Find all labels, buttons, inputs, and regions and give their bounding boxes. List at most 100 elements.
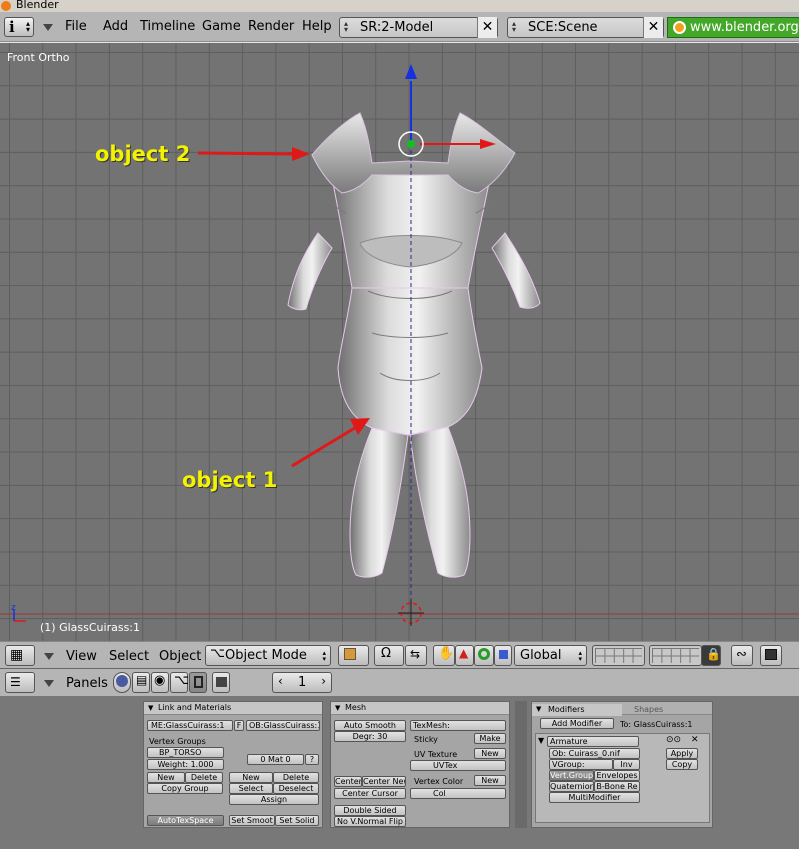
scene-selector[interactable]: ▴ ▾ SCE:Scene ✕: [507, 17, 664, 38]
weight-field[interactable]: Weight: 1.000: [147, 759, 224, 770]
object-name-field[interactable]: OB:GlassCuirass:1: [246, 720, 320, 731]
screen-selector[interactable]: ▴ ▾ SR:2-Model ✕: [339, 17, 498, 38]
center-button[interactable]: Center: [334, 776, 362, 787]
draw-type-selector[interactable]: [338, 645, 369, 666]
align-toggle[interactable]: ⇆: [405, 645, 427, 666]
window-type-buttons-button[interactable]: ☰: [5, 672, 35, 693]
3d-view-header: ▦ View Select Object ⌥ Object Mode ▴ ▾ Ω …: [0, 641, 799, 669]
object-center-dot[interactable]: [407, 140, 415, 148]
mode-selector[interactable]: ⌥ Object Mode ▴ ▾: [205, 645, 331, 666]
image-icon: [765, 649, 777, 660]
menu-add[interactable]: Add: [103, 19, 128, 34]
auto-smooth-toggle[interactable]: Auto Smooth: [334, 720, 406, 731]
modifier-delete-icon[interactable]: ✕: [691, 736, 699, 745]
menu-game[interactable]: Game: [202, 19, 241, 34]
copy-modifier-button[interactable]: Copy: [666, 759, 698, 770]
menu-file[interactable]: File: [65, 19, 87, 34]
delete-scene-close-icon[interactable]: ✕: [643, 17, 663, 38]
window-type-3dview-button[interactable]: ▦: [5, 645, 35, 666]
snap-link-button[interactable]: ∾: [731, 645, 753, 666]
material-index-field[interactable]: 0 Mat 0: [247, 754, 304, 765]
material-query-button[interactable]: ?: [305, 754, 319, 765]
lock-layers-button[interactable]: 🔒: [701, 645, 721, 666]
3d-viewport[interactable]: Front Ortho z object 2 object 1 (1) Glas…: [0, 43, 799, 641]
modifier-expand-icon[interactable]: ▼: [538, 736, 544, 745]
deselect-button[interactable]: Deselect: [273, 783, 319, 794]
pivot-selector[interactable]: Ω: [374, 645, 404, 666]
auto-smooth-degree-field[interactable]: Degr: 30: [334, 731, 406, 742]
scene-context-button[interactable]: [212, 672, 230, 693]
website-link[interactable]: www.blender.org 24: [667, 17, 799, 38]
manipulator-scale[interactable]: [494, 645, 512, 666]
manipulator-toggle[interactable]: ✋: [433, 645, 455, 666]
layer-buttons-1[interactable]: [592, 645, 645, 666]
menu-select[interactable]: Select: [109, 649, 149, 664]
apply-modifier-button[interactable]: Apply: [666, 748, 698, 759]
vertex-groups-label: Vertex Groups: [149, 737, 206, 746]
buttons-window: ▼ Link and Materials ME:GlassCuirass:1 F …: [0, 697, 799, 849]
center-cursor-button[interactable]: Center Cursor: [334, 788, 406, 799]
manipulator-rotate[interactable]: [474, 645, 494, 666]
envelopes-toggle[interactable]: Envelopes: [594, 770, 640, 781]
vgroup-field[interactable]: VGroup:: [549, 759, 613, 770]
uvtex-layer-field[interactable]: UVTex: [410, 760, 506, 771]
render-preview-button[interactable]: [760, 645, 782, 666]
collapse-header-triangle-icon[interactable]: [44, 653, 54, 660]
center-new-button[interactable]: Center New: [362, 776, 406, 787]
orientation-selector[interactable]: Global ▴ ▾: [514, 645, 587, 666]
set-solid-button[interactable]: Set Solid: [275, 815, 319, 826]
editing-context-button[interactable]: [189, 672, 207, 693]
no-vnormal-flip-toggle[interactable]: No V.Normal Flip: [334, 816, 406, 827]
mesh-panel-header[interactable]: ▼ Mesh: [331, 702, 509, 715]
logic-context-button[interactable]: [113, 672, 131, 693]
col-layer-field[interactable]: Col: [410, 788, 506, 799]
vertex-group-name-field[interactable]: BP_TORSO: [147, 747, 224, 758]
info-window-type-button[interactable]: i ▴ ▾: [4, 17, 34, 37]
bbone-rest-toggle[interactable]: B-Bone Re: [594, 781, 640, 792]
uv-texture-new-button[interactable]: New: [474, 748, 506, 759]
autotexspace-toggle[interactable]: AutoTexSpace: [147, 815, 224, 826]
script-context-button[interactable]: ▤: [132, 672, 150, 693]
modifier-move-updown-icon[interactable]: ⊙⊙: [666, 736, 681, 745]
double-sided-toggle[interactable]: Double Sided: [334, 805, 406, 816]
add-modifier-button[interactable]: Add Modifier: [540, 718, 614, 729]
vertex-group-delete-button[interactable]: Delete: [185, 772, 223, 783]
vertex-group-new-button[interactable]: New: [147, 772, 185, 783]
multimodifier-toggle[interactable]: MultiModifier: [549, 792, 640, 803]
invert-vgroup-toggle[interactable]: Inv: [613, 759, 640, 770]
quaternion-toggle[interactable]: Quaternion: [549, 781, 594, 792]
select-button[interactable]: Select: [229, 783, 273, 794]
z-axis-arrow-icon[interactable]: [405, 64, 417, 79]
material-new-button[interactable]: New: [229, 772, 273, 783]
material-delete-button[interactable]: Delete: [273, 772, 319, 783]
copy-group-button[interactable]: Copy Group: [147, 783, 223, 794]
frame-number-field[interactable]: ‹ 1 ›: [272, 672, 332, 693]
collapse-header-triangle-icon[interactable]: [44, 680, 54, 687]
shading-context-button[interactable]: ◉: [151, 672, 169, 693]
vertex-color-new-button[interactable]: New: [474, 775, 506, 786]
modifier-name-field[interactable]: Armature: [547, 736, 639, 747]
object-context-button[interactable]: ⌥: [170, 672, 189, 693]
tab-modifiers[interactable]: ▼ Modifiers: [532, 704, 622, 716]
menu-help[interactable]: Help: [302, 19, 332, 34]
armature-object-field[interactable]: Ob: Cuirass_0.nif: [549, 748, 640, 759]
layer-buttons-2[interactable]: [649, 645, 702, 666]
armor-body-mesh[interactable]: [287, 170, 541, 578]
fake-user-button[interactable]: F: [234, 720, 244, 731]
set-smooth-button[interactable]: Set Smoot: [229, 815, 275, 826]
scene-canvas: z: [0, 64, 799, 626]
manipulator-translate[interactable]: ▲: [455, 645, 474, 666]
vert-group-toggle[interactable]: Vert.Group: [549, 770, 594, 781]
menu-view[interactable]: View: [66, 649, 97, 664]
collapse-menu-triangle-icon[interactable]: [43, 24, 53, 31]
delete-screen-close-icon[interactable]: ✕: [477, 17, 497, 38]
mesh-datablock-field[interactable]: ME:GlassCuirass:1: [147, 720, 233, 731]
sticky-make-button[interactable]: Make: [474, 733, 506, 744]
link-materials-panel-header[interactable]: ▼ Link and Materials: [144, 702, 322, 715]
assign-button[interactable]: Assign: [229, 794, 319, 805]
texmesh-field[interactable]: TexMesh:: [410, 720, 506, 731]
menu-timeline[interactable]: Timeline: [140, 19, 195, 34]
menu-render[interactable]: Render: [248, 19, 294, 34]
menu-object[interactable]: Object: [159, 649, 201, 664]
tab-shapes[interactable]: Shapes: [622, 704, 712, 716]
